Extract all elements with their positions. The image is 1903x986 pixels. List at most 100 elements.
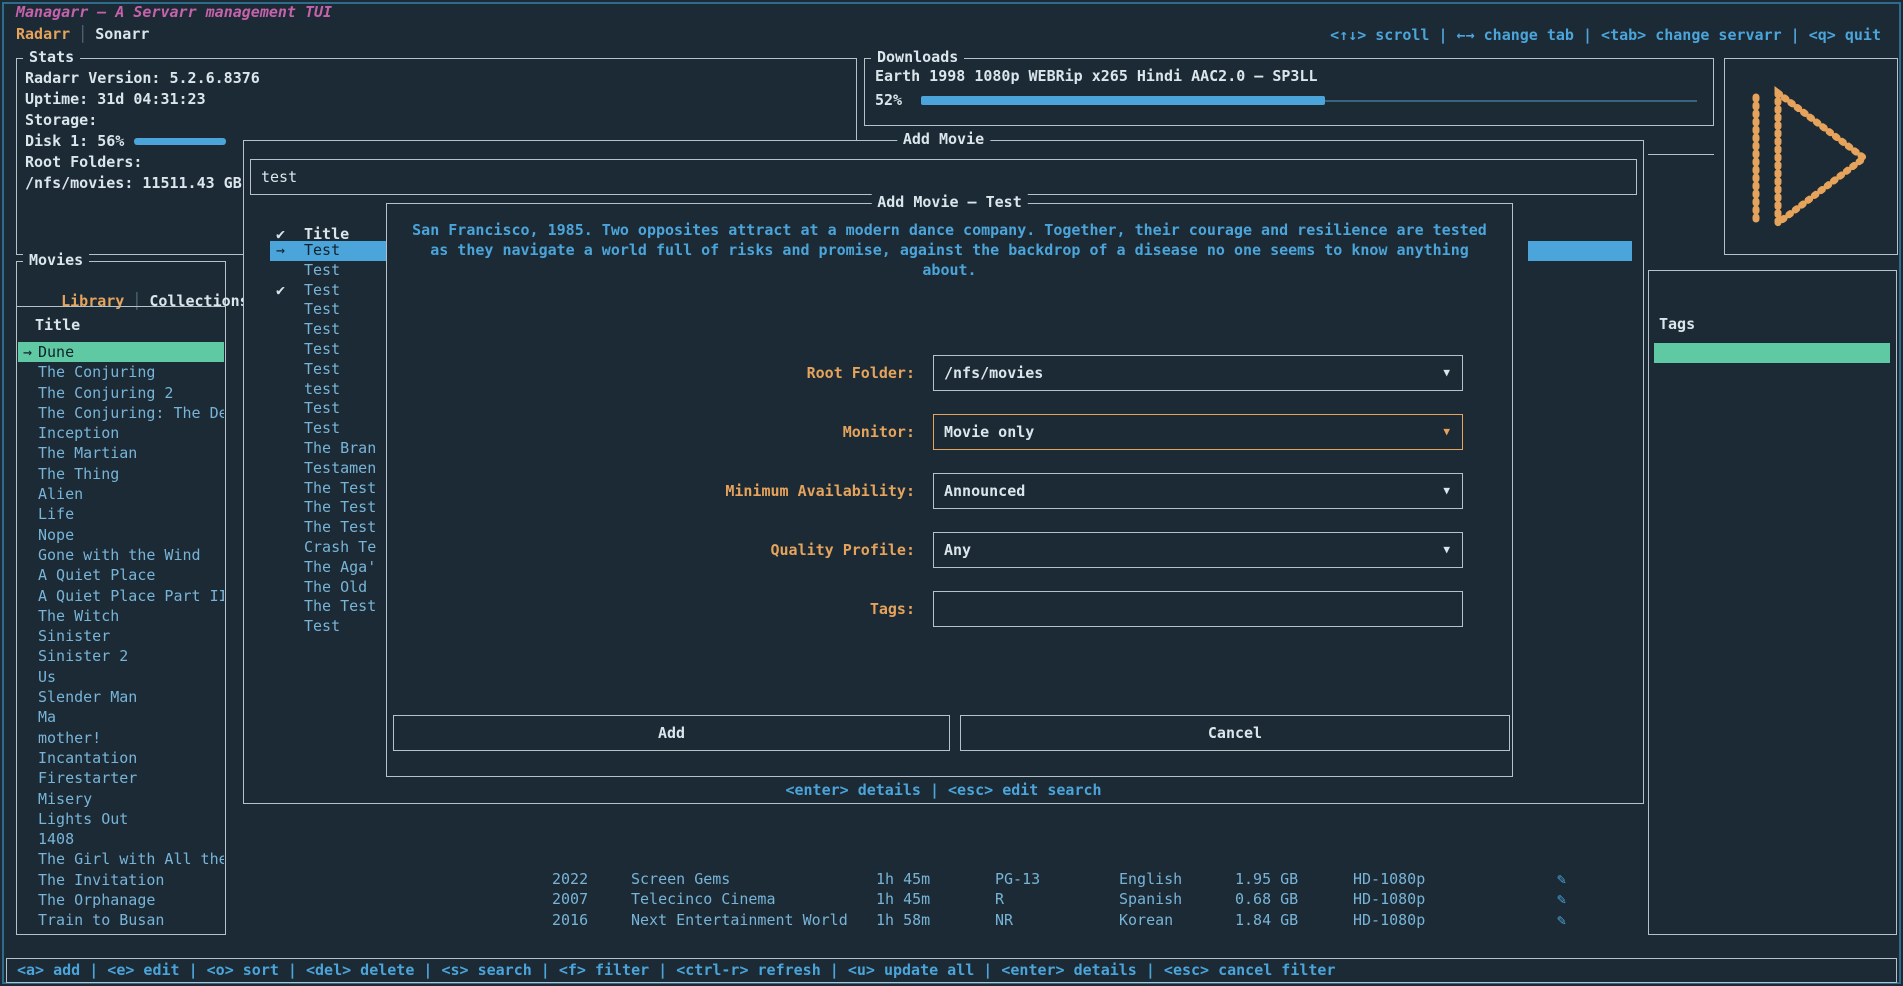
movie-list-item[interactable]: Sinister [18,626,224,646]
search-result-row[interactable]: ✔Test [270,281,392,301]
tab-sonarr[interactable]: Sonarr [95,25,149,43]
movie-title: Dune [38,343,74,361]
movie-list-item[interactable]: → Dune [18,342,224,362]
language-cell: Spanish [1119,889,1182,909]
library-table-row[interactable]: 2016 Next Entertainment World 1h 58m NR … [0,910,1640,930]
result-title: Test [304,617,340,637]
search-result-row[interactable]: The Test [270,479,392,499]
tab-collections[interactable]: Collections [149,292,248,310]
movie-list-item[interactable]: Nope [18,525,224,545]
field-label: Minimum Availability: [725,482,915,500]
tab-separator: │ [124,292,149,310]
year-cell: 2022 [552,869,588,889]
movie-list-item[interactable]: Inception [18,423,224,443]
field-dropdown[interactable]: Movie only ▼ [933,414,1463,450]
library-table-row[interactable]: 2022 Screen Gems 1h 45m PG-13 English 1.… [0,869,1640,889]
edit-pencil-icon[interactable]: ✎ [1557,889,1566,909]
tags-column-header: Tags [1659,315,1695,333]
result-title: Test [304,320,340,340]
search-result-row[interactable]: Testamen [270,459,392,479]
movie-title: Alien [38,485,83,503]
result-title: Test [304,399,340,419]
search-result-row[interactable]: Crash Te [270,538,392,558]
movie-search-field [250,159,1637,195]
movie-list-item[interactable]: Ma [18,707,224,727]
movie-list-item[interactable]: 1408 [18,829,224,849]
search-result-row[interactable]: Test [270,419,392,439]
search-result-row[interactable]: Test [270,340,392,360]
search-result-row[interactable]: The Test [270,498,392,518]
movie-list-item[interactable]: Incantation [18,748,224,768]
size-cell: 1.95 GB [1235,869,1298,889]
search-result-row[interactable]: test [270,380,392,400]
cancel-button[interactable]: Cancel [960,715,1510,751]
search-result-row[interactable]: Test [270,300,392,320]
field-label: Tags: [870,600,915,618]
movie-list-item[interactable]: mother! [18,728,224,748]
add-movie-popup-title: Add Movie [897,130,990,148]
movie-list-item[interactable]: The Conjuring: The De [18,403,224,423]
movie-title: The Conjuring 2 [38,384,173,402]
movie-list-item[interactable]: The Conjuring [18,362,224,382]
size-cell: 0.68 GB [1235,889,1298,909]
movie-title: A Quiet Place Part II [38,587,224,605]
footer-keybindings-bar: <a> add | <e> edit | <o> sort | <del> de… [6,958,1897,983]
search-result-row[interactable]: The Old [270,578,392,598]
movie-title: Gone with the Wind [38,546,201,564]
library-table-row[interactable]: 2007 Telecinco Cinema 1h 45m R Spanish 0… [0,889,1640,909]
movie-title: The Thing [38,465,119,483]
search-result-row[interactable]: →Test [270,241,392,261]
movie-list-item[interactable]: The Thing [18,464,224,484]
movie-list-item[interactable]: Gone with the Wind [18,545,224,565]
search-result-row[interactable]: Test [270,360,392,380]
add-button[interactable]: Add [393,715,950,751]
movie-list-item[interactable]: Slender Man [18,687,224,707]
movie-list-item[interactable]: The Martian [18,443,224,463]
field-value: /nfs/movies [944,356,1043,390]
movie-list-item[interactable]: A Quiet Place Part II [18,586,224,606]
stat-rootfolder-value: /nfs/movies: 11511.43 GB [25,174,242,192]
selected-result-row-highlight[interactable] [1528,241,1632,261]
field-dropdown[interactable]: Any ▼ [933,532,1463,568]
search-result-row[interactable]: Test [270,617,392,637]
edit-pencil-icon[interactable]: ✎ [1557,869,1566,889]
library-table: 2022 Screen Gems 1h 45m PG-13 English 1.… [0,869,1640,930]
rating-cell: PG-13 [995,869,1040,889]
selection-arrow-icon: → [276,241,285,259]
movie-title: The Martian [38,444,137,462]
search-result-row[interactable]: The Test [270,597,392,617]
edit-pencil-icon[interactable]: ✎ [1557,910,1566,930]
movie-list-item[interactable]: A Quiet Place [18,565,224,585]
search-result-row[interactable]: The Aga' [270,558,392,578]
movie-list-item[interactable]: The Conjuring 2 [18,383,224,403]
search-result-row[interactable]: Test [270,399,392,419]
field-dropdown[interactable]: /nfs/movies ▼ [933,355,1463,391]
language-cell: Korean [1119,910,1173,930]
movie-list-item[interactable]: Alien [18,484,224,504]
movie-list-item[interactable]: Lights Out [18,809,224,829]
selected-row-tags-cell[interactable] [1654,343,1890,363]
form-field-row: Root Folder: /nfs/movies ▼ [387,355,1512,393]
selection-arrow-icon: → [23,342,32,362]
tab-radarr[interactable]: Radarr [16,25,70,43]
movie-list-item[interactable]: The Witch [18,606,224,626]
movie-title: Sinister 2 [38,647,128,665]
tab-library[interactable]: Library [61,292,124,310]
field-dropdown[interactable]: Announced ▼ [933,473,1463,509]
field-value: Movie only [944,415,1034,449]
search-result-row[interactable]: Test [270,261,392,281]
movie-list-item[interactable]: Sinister 2 [18,646,224,666]
movie-list-item[interactable]: Life [18,504,224,524]
result-title: The Bran [304,439,376,459]
movie-list-item[interactable]: The Girl with All the [18,849,224,869]
movie-list-item[interactable]: Firestarter [18,768,224,788]
search-result-row[interactable]: The Test [270,518,392,538]
search-result-row[interactable]: The Bran [270,439,392,459]
movie-search-input[interactable] [259,160,1628,194]
movie-list-item[interactable]: Misery [18,789,224,809]
rating-cell: R [995,889,1004,909]
search-result-row[interactable]: Test [270,320,392,340]
movie-title: 1408 [38,830,74,848]
movie-list-item[interactable]: Us [18,667,224,687]
field-dropdown[interactable] [933,591,1463,627]
